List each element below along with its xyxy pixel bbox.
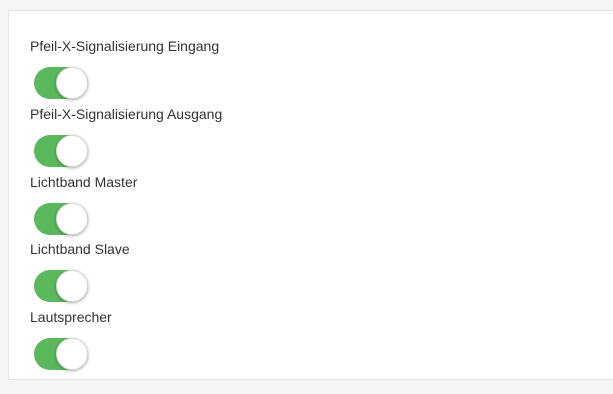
toggle-knob [56,67,88,99]
setting-label: Lautsprecher [30,309,112,325]
setting-label: Lichtband Slave [30,241,130,257]
toggle-pfeil-x-eingang[interactable] [34,67,88,99]
setting-label: Pfeil-X-Signalisierung Eingang [30,38,220,54]
toggle-knob [56,338,88,370]
setting-label: Lichtband Master [30,174,138,190]
toggle-lautsprecher[interactable] [34,338,88,370]
toggle-knob [56,135,88,167]
toggle-lichtband-slave[interactable] [34,270,88,302]
toggle-lichtband-master[interactable] [34,203,88,235]
toggle-pfeil-x-ausgang[interactable] [34,135,88,167]
settings-panel: Pfeil-X-Signalisierung Eingang Pfeil-X-S… [8,10,613,380]
toggle-knob [56,270,88,302]
setting-label: Pfeil-X-Signalisierung Ausgang [30,106,223,122]
toggle-knob [56,203,88,235]
